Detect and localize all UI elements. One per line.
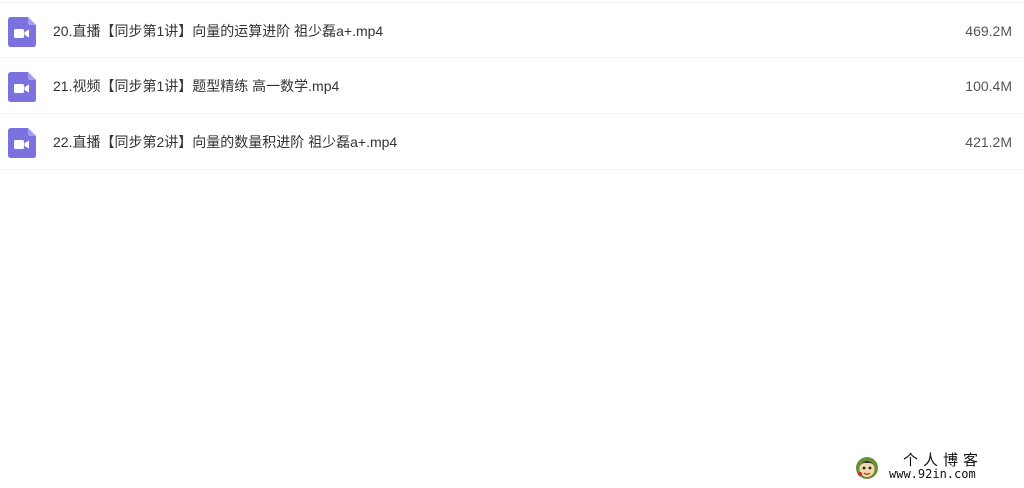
file-row[interactable]: 22.直播【同步第2讲】向量的数量积进阶 祖少磊a+.mp4 421.2M <box>0 114 1024 170</box>
mascot-logo-icon <box>856 457 878 479</box>
video-file-icon <box>8 17 36 47</box>
file-name[interactable]: 21.视频【同步第1讲】题型精练 高一数学.mp4 <box>53 77 339 95</box>
file-list: 20.直播【同步第1讲】向量的运算进阶 祖少磊a+.mp4 469.2M 21.… <box>0 2 1024 170</box>
file-name[interactable]: 20.直播【同步第1讲】向量的运算进阶 祖少磊a+.mp4 <box>53 22 383 40</box>
file-name[interactable]: 22.直播【同步第2讲】向量的数量积进阶 祖少磊a+.mp4 <box>53 133 397 151</box>
file-size: 421.2M <box>965 134 1012 150</box>
watermark: 个人博客 www.92in.com <box>855 452 1005 484</box>
file-size: 469.2M <box>965 23 1012 39</box>
watermark-title: 个人博客 <box>903 451 984 469</box>
file-row[interactable]: 20.直播【同步第1讲】向量的运算进阶 祖少磊a+.mp4 469.2M <box>0 2 1024 58</box>
video-file-icon <box>8 128 36 158</box>
file-size: 100.4M <box>965 78 1012 94</box>
watermark-url: www.92in.com <box>889 467 976 481</box>
file-row[interactable]: 21.视频【同步第1讲】题型精练 高一数学.mp4 100.4M <box>0 58 1024 114</box>
video-file-icon <box>8 72 36 102</box>
